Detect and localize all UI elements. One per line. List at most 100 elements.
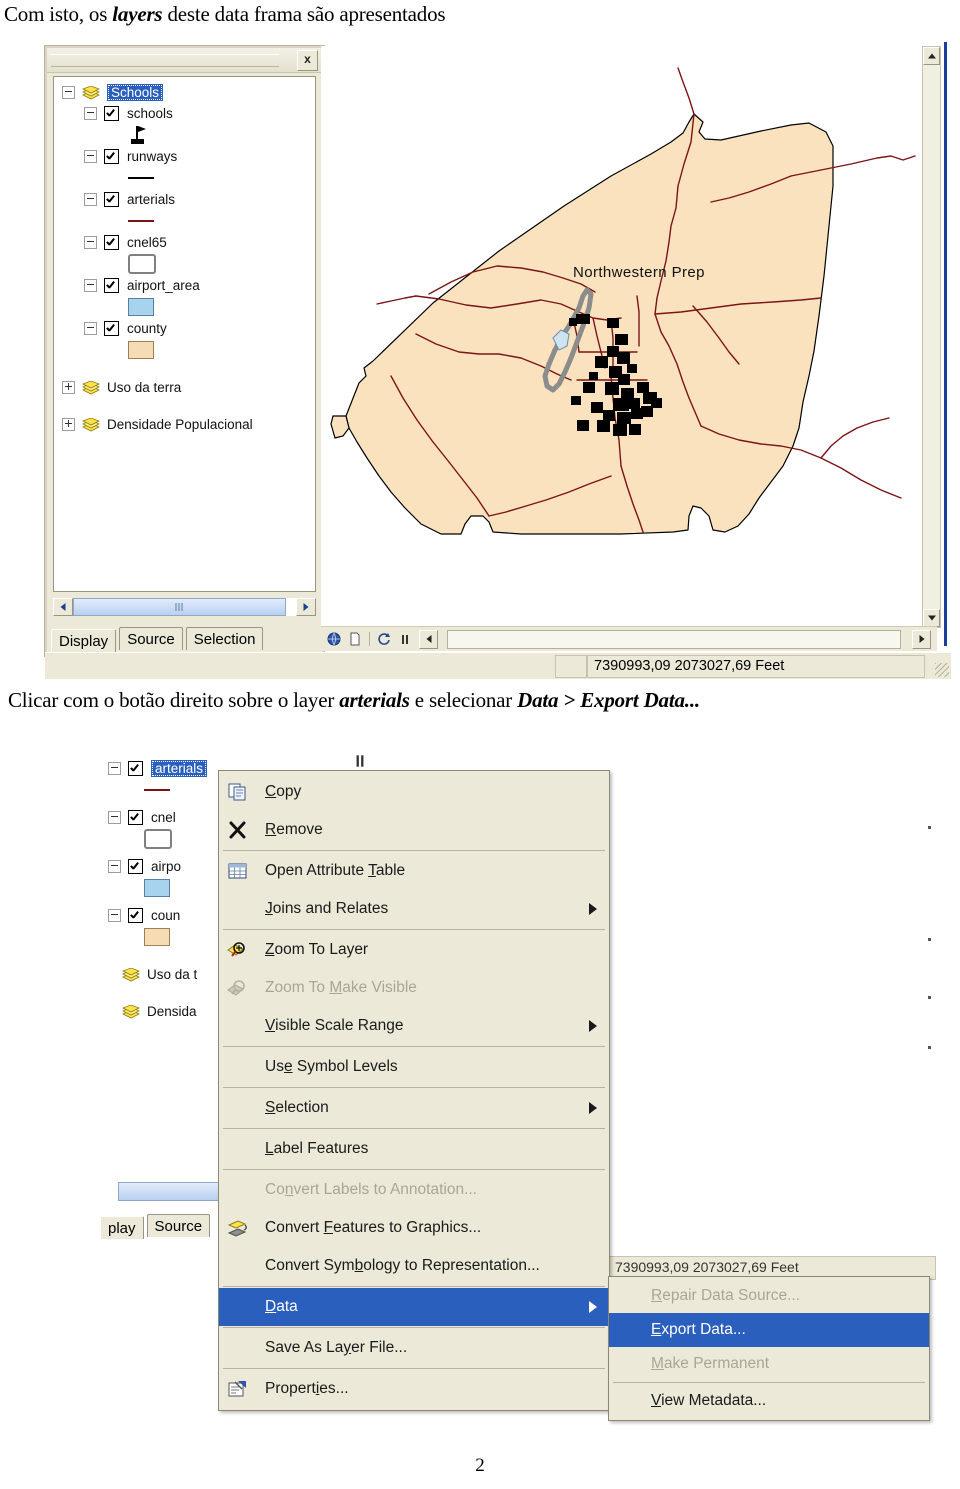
map-canvas[interactable]: Northwestern Prep bbox=[321, 46, 931, 626]
toc-group-uso-da-terra[interactable]: Uso da terra bbox=[54, 377, 315, 398]
polygon-symbol-swatch bbox=[144, 928, 170, 946]
layers-icon bbox=[122, 967, 140, 982]
layer-visibility-checkbox[interactable] bbox=[128, 810, 143, 825]
menu-label: Save As Layer File... bbox=[265, 1339, 408, 1356]
scrollbar-thumb[interactable] bbox=[73, 598, 286, 616]
layer-visibility-checkbox[interactable] bbox=[104, 321, 119, 336]
layer-visibility-checkbox[interactable] bbox=[128, 908, 143, 923]
chevron-right-icon bbox=[589, 1102, 597, 1114]
menu-label: Convert Labels to Annotation... bbox=[265, 1181, 477, 1198]
page-icon[interactable] bbox=[348, 632, 362, 646]
toc-layer-airport-area[interactable]: airport_area bbox=[54, 275, 315, 296]
tab-display[interactable]: Display bbox=[51, 629, 117, 652]
expander-icon[interactable] bbox=[62, 418, 75, 431]
toc-group-schools[interactable]: Schools bbox=[54, 82, 315, 103]
expander-icon[interactable] bbox=[62, 381, 75, 394]
submenu-item-export-data[interactable]: Export Data... bbox=[609, 1313, 929, 1347]
expander-icon[interactable] bbox=[84, 322, 97, 335]
toc-layer-arterials[interactable]: arterials bbox=[54, 189, 315, 210]
tab-source[interactable]: Source bbox=[146, 1214, 211, 1237]
menu-item-label-features[interactable]: Label Features bbox=[219, 1130, 609, 1168]
layer-context-menu[interactable]: Copy Remove Open Attribute Table Joins a… bbox=[218, 770, 610, 1411]
toc-tab-strip: Display Source Selection bbox=[51, 620, 266, 652]
layer-visibility-checkbox[interactable] bbox=[104, 192, 119, 207]
menu-item-open-attribute-table[interactable]: Open Attribute Table bbox=[219, 852, 609, 890]
expander-icon[interactable] bbox=[84, 279, 97, 292]
menu-item-convert-labels-to-annotation: Convert Labels to Annotation... bbox=[219, 1171, 609, 1209]
toc-layer-label: cnel bbox=[151, 810, 176, 825]
scrollbar-track[interactable] bbox=[923, 65, 940, 609]
menu-label: Convert Symbology to Representation... bbox=[265, 1257, 540, 1274]
layer-visibility-checkbox[interactable] bbox=[104, 149, 119, 164]
scroll-right-icon[interactable] bbox=[912, 629, 931, 649]
tab-source[interactable]: Source bbox=[119, 627, 183, 650]
menu-separator bbox=[223, 850, 605, 851]
menu-item-copy[interactable]: Copy bbox=[219, 773, 609, 811]
submenu-item-make-permanent: Make Permanent bbox=[609, 1347, 929, 1381]
menu-item-save-as-layer-file[interactable]: Save As Layer File... bbox=[219, 1329, 609, 1367]
submenu-item-view-metadata[interactable]: View Metadata... bbox=[609, 1384, 929, 1418]
line-symbol-swatch bbox=[128, 220, 154, 222]
map-vertical-scrollbar[interactable] bbox=[922, 46, 941, 628]
scroll-left-icon[interactable] bbox=[53, 598, 73, 616]
layer-visibility-checkbox[interactable] bbox=[104, 278, 119, 293]
paragraph-instruction-layer: arterials bbox=[339, 688, 410, 712]
menu-item-joins-and-relates[interactable]: Joins and Relates bbox=[219, 890, 609, 928]
layer-visibility-checkbox[interactable] bbox=[104, 106, 119, 121]
paragraph-intro-prefix: Com isto, os bbox=[4, 2, 113, 26]
map-bottom-toolbar bbox=[321, 626, 937, 651]
layer-visibility-checkbox[interactable] bbox=[128, 761, 143, 776]
expander-icon[interactable] bbox=[108, 811, 121, 824]
menu-item-remove[interactable]: Remove bbox=[219, 811, 609, 849]
expander-icon[interactable] bbox=[62, 86, 75, 99]
expander-icon[interactable] bbox=[84, 193, 97, 206]
scroll-up-icon[interactable] bbox=[923, 47, 940, 65]
menu-item-zoom-to-layer[interactable]: Zoom To Layer bbox=[219, 931, 609, 969]
flag-icon bbox=[128, 125, 150, 145]
resize-grip-icon[interactable] bbox=[935, 663, 949, 677]
toc-layer-county[interactable]: county bbox=[54, 318, 315, 339]
menu-label: Open Attribute Table bbox=[265, 862, 406, 879]
toc-group-label: Densidade Populacional bbox=[107, 417, 253, 432]
menu-item-properties[interactable]: Properties... bbox=[219, 1370, 609, 1408]
toc-layer-cnel65[interactable]: cnel65 bbox=[54, 232, 315, 253]
map-graphic bbox=[330, 67, 916, 535]
menu-item-data[interactable]: Data bbox=[219, 1288, 609, 1326]
menu-label: Repair Data Source... bbox=[651, 1287, 801, 1304]
menu-item-use-symbol-levels[interactable]: Use Symbol Levels bbox=[219, 1048, 609, 1086]
table-icon bbox=[227, 861, 249, 881]
menu-item-selection[interactable]: Selection bbox=[219, 1089, 609, 1127]
layer-visibility-checkbox[interactable] bbox=[104, 235, 119, 250]
expander-icon[interactable] bbox=[108, 762, 121, 775]
expander-icon[interactable] bbox=[84, 150, 97, 163]
scroll-left-icon[interactable] bbox=[419, 629, 438, 649]
expander-icon[interactable] bbox=[84, 236, 97, 249]
layer-visibility-checkbox[interactable] bbox=[128, 859, 143, 874]
data-submenu[interactable]: Repair Data Source... Export Data... Mak… bbox=[608, 1276, 930, 1421]
menu-label: Use Symbol Levels bbox=[265, 1058, 398, 1075]
toc-horizontal-scrollbar[interactable] bbox=[53, 598, 316, 616]
toc-tree[interactable]: Schools schools runways arterials cnel65… bbox=[53, 76, 316, 592]
pause-icon[interactable] bbox=[398, 632, 412, 646]
toc-group-densidade-populacional[interactable]: Densidade Populacional bbox=[54, 414, 315, 435]
scroll-down-icon[interactable] bbox=[923, 609, 940, 627]
menu-item-convert-symbology-to-representation[interactable]: Convert Symbology to Representation... bbox=[219, 1247, 609, 1285]
expander-icon[interactable] bbox=[84, 107, 97, 120]
tab-display[interactable]: play bbox=[100, 1216, 144, 1239]
close-icon[interactable]: x bbox=[297, 50, 318, 71]
menu-item-visible-scale-range[interactable]: Visible Scale Range bbox=[219, 1007, 609, 1045]
properties-icon bbox=[227, 1379, 249, 1399]
toc-layer-runways[interactable]: runways bbox=[54, 146, 315, 167]
menu-item-convert-features-to-graphics[interactable]: Convert Features to Graphics... bbox=[219, 1209, 609, 1247]
refresh-icon[interactable] bbox=[377, 632, 391, 646]
globe-icon[interactable] bbox=[327, 632, 341, 646]
expander-icon[interactable] bbox=[108, 909, 121, 922]
toc-title-bar[interactable]: x bbox=[47, 48, 322, 73]
arcmap-screenshot-context-menu: arterials cnel airpo coun Uso da t Densi… bbox=[100, 748, 940, 1428]
expander-icon[interactable] bbox=[108, 860, 121, 873]
zoom-visible-icon bbox=[227, 978, 249, 998]
scroll-right-icon[interactable] bbox=[296, 598, 316, 616]
tab-selection[interactable]: Selection bbox=[185, 627, 264, 650]
toc-layer-schools[interactable]: schools bbox=[54, 103, 315, 124]
layers-icon bbox=[82, 85, 100, 100]
